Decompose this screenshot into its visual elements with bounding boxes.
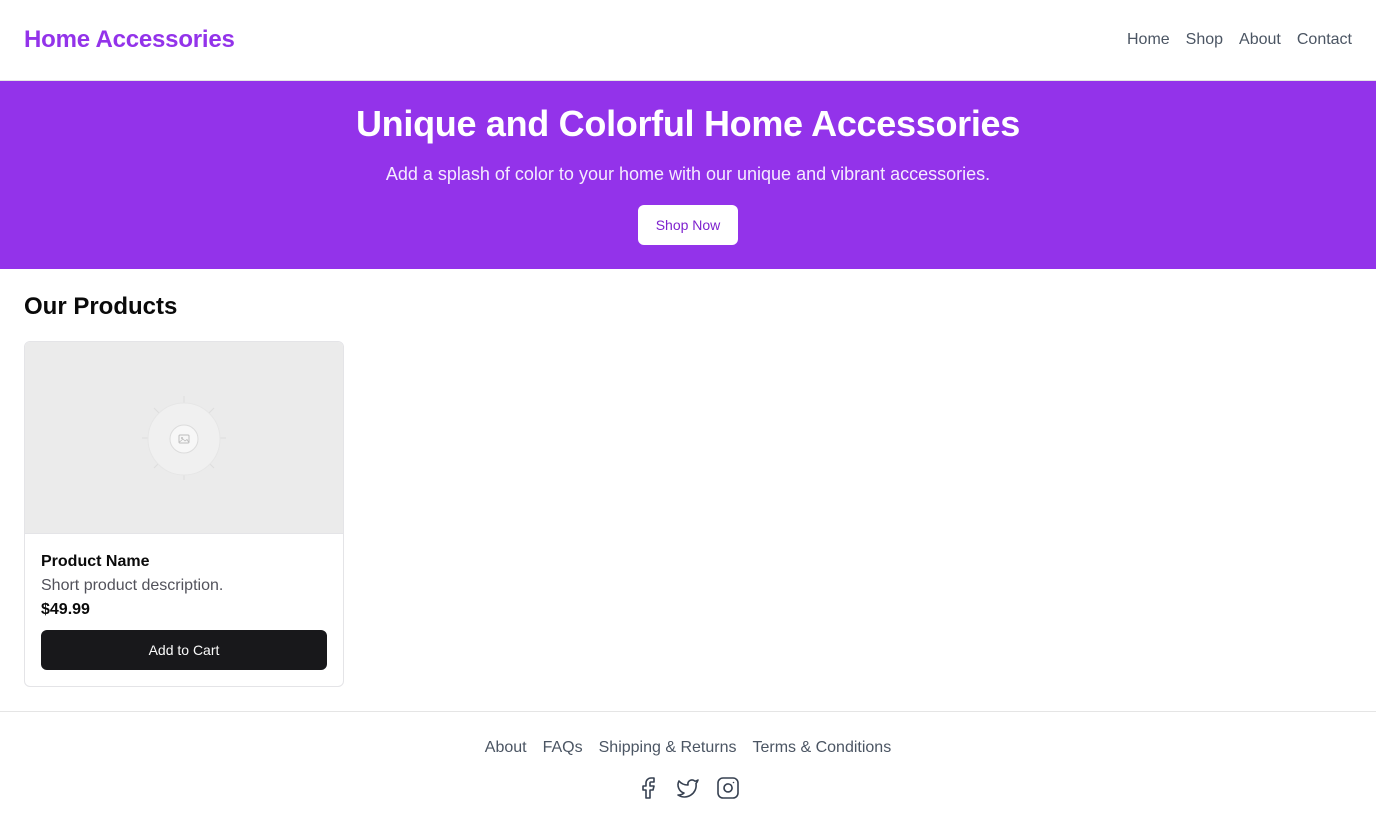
product-name: Product Name [41,553,150,570]
products-heading: Our Products [24,293,178,320]
image-placeholder-icon [142,396,226,480]
site-header: Home Accessories Home Shop About Contact [0,0,1376,81]
instagram-icon[interactable] [716,776,740,800]
hero-banner: Unique and Colorful Home Accessories Add… [0,81,1376,269]
nav-link-home[interactable]: Home [1127,31,1170,49]
product-price: $49.99 [41,601,90,618]
footer-link-shipping-returns[interactable]: Shipping & Returns [599,739,737,757]
product-card: Product Name Short product description. … [24,341,344,687]
twitter-icon[interactable] [676,776,700,800]
nav-link-about[interactable]: About [1239,31,1281,49]
facebook-icon[interactable] [636,776,660,800]
nav-link-shop[interactable]: Shop [1186,31,1223,49]
footer-link-about[interactable]: About [485,739,527,757]
hero-subtitle: Add a splash of color to your home with … [385,164,991,184]
shop-now-button[interactable]: Shop Now [638,205,738,245]
nav-link-contact[interactable]: Contact [1297,31,1352,49]
footer-links: About FAQs Shipping & Returns Terms & Co… [0,739,1376,757]
add-to-cart-button[interactable]: Add to Cart [41,630,327,670]
footer-link-terms-conditions[interactable]: Terms & Conditions [752,739,891,757]
site-footer: About FAQs Shipping & Returns Terms & Co… [0,711,1376,824]
social-links [0,776,1376,800]
main-nav: Home Shop About Contact [1127,31,1352,49]
hero-title: Unique and Colorful Home Accessories [355,103,1020,144]
product-description: Short product description. [41,577,224,594]
product-image [25,342,343,534]
brand-logo[interactable]: Home Accessories [24,26,235,54]
footer-link-faqs[interactable]: FAQs [543,739,583,757]
